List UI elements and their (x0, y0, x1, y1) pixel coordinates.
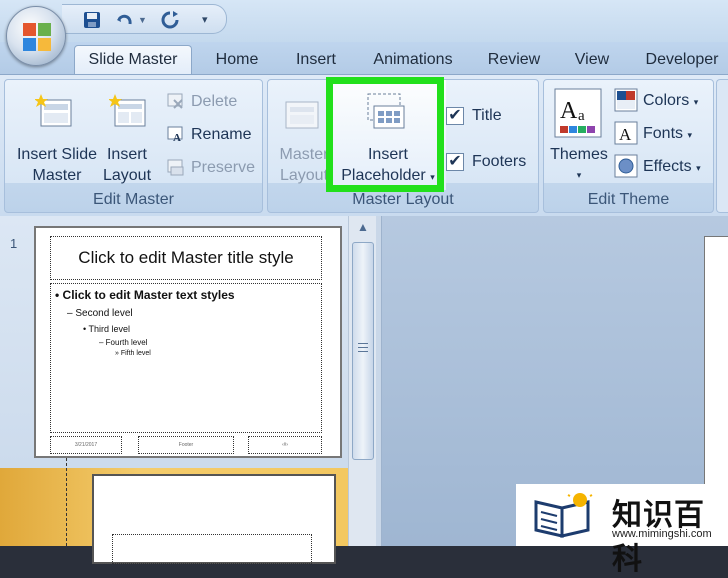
grip-line (358, 343, 368, 344)
insert-layout-label-1: Insert (106, 146, 147, 163)
master-layout-label-1: Master (279, 146, 329, 163)
rename-button[interactable]: Rename (191, 126, 251, 144)
effects-icon (614, 154, 638, 183)
tab-review[interactable]: Review (480, 45, 548, 74)
group-edit-theme: Aa Themes ▾ Colors ▾ A Fonts ▾ Effects ▾… (543, 79, 714, 213)
undo-icon[interactable] (114, 10, 134, 30)
insert-slide-master-icon (34, 92, 75, 137)
group-label-master-layout: Master Layout (352, 191, 454, 208)
insert-slide-master-label-1: Insert Slide (16, 146, 98, 163)
colors-icon (614, 88, 638, 117)
slide-master-thumbnail[interactable]: Click to edit Master title style • Click… (34, 226, 342, 458)
fonts-label: Fonts (643, 125, 684, 142)
watermark-url: www.mimingshi.com (612, 528, 712, 540)
svg-text:A: A (173, 132, 181, 144)
master-layout-icon (284, 100, 320, 135)
tab-slide-master[interactable]: Slide Master (74, 45, 192, 74)
title-checkbox-label: Title (472, 107, 502, 124)
colors-button[interactable]: Colors ▾ (643, 92, 698, 110)
ribbon-tab-bar: Slide Master Home Insert Animations Revi… (0, 42, 728, 74)
effects-label: Effects (643, 158, 692, 175)
delete-icon (165, 91, 185, 116)
effects-button[interactable]: Effects ▾ (643, 158, 701, 176)
bullet-level-2: – Second level (67, 308, 133, 319)
bullet-level-1: • Click to edit Master text styles (55, 288, 235, 302)
svg-text:a: a (578, 108, 585, 124)
tab-developer[interactable]: Developer (636, 45, 728, 74)
preserve-icon (165, 157, 185, 182)
footers-checkbox-label: Footers (472, 153, 527, 170)
grip-line (358, 351, 368, 352)
fonts-icon: A (614, 121, 638, 150)
thumbnails-scrollbar[interactable]: ▲ (348, 216, 376, 546)
title-placeholder: Click to edit Master title style (50, 236, 322, 280)
layout-thumbnail[interactable] (92, 474, 336, 564)
main-slide-canvas[interactable] (704, 236, 728, 496)
themes-button[interactable]: Themes ▾ (546, 144, 612, 186)
group-label-edit-theme: Edit Theme (587, 191, 670, 208)
tab-animations[interactable]: Animations (364, 45, 462, 74)
slide-number-placeholder: ‹#› (248, 436, 322, 454)
slide-number: 1 (10, 236, 18, 251)
layout-connector-line (66, 458, 67, 546)
bullet-level-5: » Fifth level (115, 350, 151, 357)
group-label-edit-master: Edit Master (93, 191, 174, 208)
redo-icon[interactable] (160, 10, 180, 30)
scroll-thumb[interactable] (352, 242, 374, 460)
svg-text:A: A (560, 98, 578, 124)
watermark: 知识百科 www.mimingshi.com (516, 484, 728, 577)
master-layout-button[interactable]: Master Layout (274, 144, 334, 186)
insert-layout-icon (108, 92, 149, 137)
delete-button[interactable]: Delete (191, 93, 237, 111)
tab-insert[interactable]: Insert (286, 45, 346, 74)
scroll-up-icon[interactable]: ▲ (352, 220, 374, 238)
grip-line (358, 347, 368, 348)
tab-home[interactable]: Home (206, 45, 268, 74)
colors-label: Colors (643, 92, 690, 109)
themes-label: Themes (550, 146, 608, 163)
preserve-button[interactable]: Preserve (191, 159, 255, 177)
date-placeholder: 3/21/2017 (50, 436, 122, 454)
save-icon[interactable] (82, 10, 102, 30)
themes-dropdown-icon: ▾ (576, 170, 582, 180)
insert-slide-master-label-2: Master (32, 167, 82, 184)
highlight-box (326, 77, 444, 192)
colors-dropdown-icon: ▾ (693, 97, 699, 107)
fonts-button[interactable]: Fonts ▾ (643, 125, 692, 143)
group-edit-master: Insert Slide Master Insert Layout Delete… (4, 79, 263, 213)
insert-layout-button[interactable]: Insert Layout (97, 144, 157, 186)
themes-icon: Aa (554, 88, 602, 143)
bullet-level-4: – Fourth level (99, 338, 148, 347)
title-checkbox[interactable]: ✔ (446, 107, 464, 125)
footers-checkbox[interactable]: ✔ (446, 153, 464, 171)
rename-icon: A (165, 124, 185, 149)
bullet-level-3: • Third level (83, 324, 131, 334)
undo-dropdown-icon[interactable]: ▼ (138, 15, 148, 35)
master-layout-label-2: Layout (279, 167, 329, 184)
group-background-partial (716, 79, 728, 213)
insert-slide-master-button[interactable]: Insert Slide Master (9, 144, 105, 186)
tab-view[interactable]: View (566, 45, 618, 74)
fonts-dropdown-icon: ▾ (687, 130, 692, 140)
effects-dropdown-icon: ▾ (696, 163, 701, 173)
text-placeholder: • Click to edit Master text styles – Sec… (50, 283, 322, 433)
office-logo-icon (23, 23, 51, 51)
layout-thumbnail-placeholder (112, 534, 312, 564)
quick-access-toolbar: ▼ ▾ (62, 4, 227, 34)
office-button[interactable] (6, 6, 66, 66)
svg-text:A: A (619, 125, 632, 144)
footer-placeholder: Footer (138, 436, 234, 454)
insert-layout-label-2: Layout (102, 167, 152, 184)
customize-qat-icon[interactable]: ▾ (202, 13, 222, 33)
book-lightbulb-icon (530, 488, 600, 545)
